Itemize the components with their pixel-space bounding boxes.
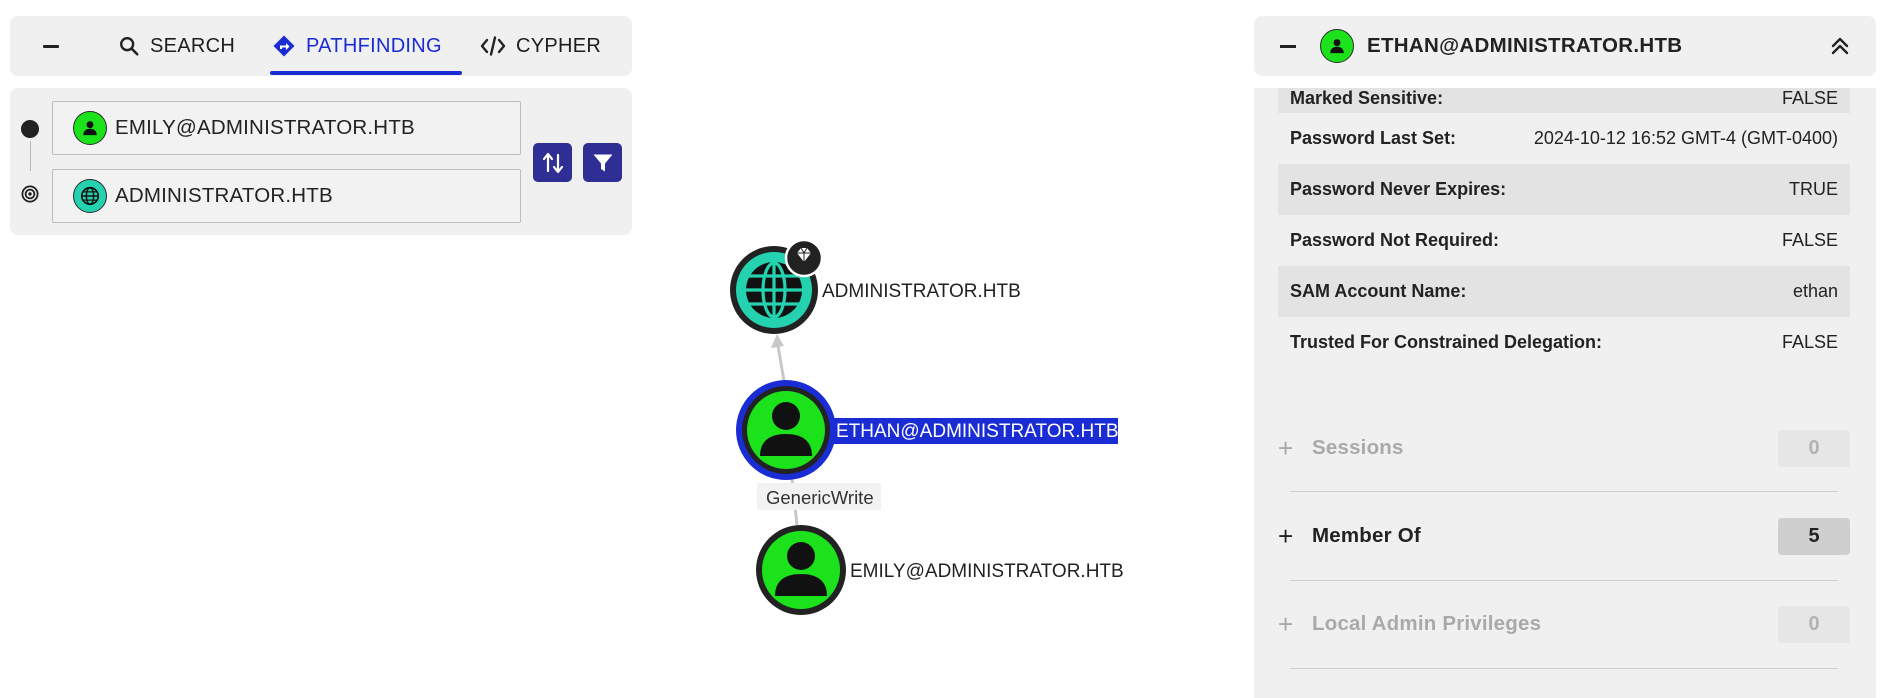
- section-member-of[interactable]: + Member Of 5: [1278, 492, 1850, 580]
- section-local-admin-privileges-count: 0: [1778, 605, 1850, 643]
- target-icon: [21, 185, 39, 203]
- section-member-of-label: Member Of: [1312, 524, 1421, 547]
- property-key: Marked Sensitive:: [1290, 88, 1444, 108]
- property-key: Password Never Expires:: [1290, 179, 1507, 199]
- graph-node-emily[interactable]: EMILY@ADMINISTRATOR.HTB: [756, 525, 1124, 615]
- plus-icon: +: [1278, 608, 1294, 639]
- property-key: SAM Account Name:: [1290, 281, 1467, 301]
- end-node-input[interactable]: ADMINISTRATOR.HTB: [52, 169, 521, 223]
- code-icon: [480, 35, 506, 57]
- properties-table: Marked Sensitive: FALSE Password Last Se…: [1278, 88, 1850, 368]
- section-sessions-count: 0: [1778, 429, 1850, 467]
- minus-icon: [1280, 45, 1296, 48]
- tab-pathfinding-label: PATHFINDING: [306, 34, 442, 57]
- property-value: FALSE: [1781, 332, 1838, 352]
- graph-node-emily-label: EMILY@ADMINISTRATOR.HTB: [850, 561, 1124, 582]
- plus-icon: +: [1278, 432, 1294, 463]
- plus-icon: +: [1278, 520, 1294, 551]
- swap-nodes-button[interactable]: [533, 143, 572, 182]
- section-local-admin-privileges-label: Local Admin Privileges: [1312, 612, 1542, 635]
- section-sessions[interactable]: + Sessions 0: [1278, 404, 1850, 492]
- start-node-value: EMILY@ADMINISTRATOR.HTB: [115, 116, 415, 139]
- property-value: FALSE: [1781, 88, 1838, 108]
- property-row: Password Not Required: FALSE: [1278, 215, 1850, 266]
- globe-icon: [73, 179, 107, 213]
- svg-text:GenericWrite: GenericWrite: [766, 487, 874, 508]
- directions-icon: [272, 34, 296, 58]
- entity-detail-header: ETHAN@ADMINISTRATOR.HTB: [1254, 16, 1876, 76]
- property-row: Password Never Expires: TRUE: [1278, 164, 1850, 215]
- swap-vertical-icon: [540, 150, 566, 176]
- pathfinding-panel: EMILY@ADMINISTRATOR.HTB ADMINISTRATOR.HT…: [10, 88, 632, 235]
- edge-label-generic-write[interactable]: GenericWrite: [757, 483, 881, 510]
- tab-search[interactable]: SEARCH: [118, 16, 235, 76]
- section-local-admin-privileges[interactable]: + Local Admin Privileges 0: [1278, 580, 1850, 668]
- property-row: Marked Sensitive: FALSE: [1278, 88, 1850, 113]
- property-value: 2024-10-12 16:52 GMT-4 (GMT-0400): [1533, 128, 1838, 148]
- search-icon: [118, 35, 140, 57]
- chevron-double-up-icon[interactable]: [1827, 33, 1853, 59]
- edge-ethan-to-domain[interactable]: [771, 334, 786, 382]
- graph-node-domain-label: ADMINISTRATOR.HTB: [822, 281, 1021, 302]
- property-key: Password Last Set:: [1290, 128, 1457, 148]
- graph-node-ethan[interactable]: ETHAN@ADMINISTRATOR.HTB: [736, 380, 1119, 480]
- search-tabs-panel: SEARCH PATHFINDING CYPHER: [10, 16, 632, 76]
- property-key: Trusted For Constrained Delegation:: [1290, 332, 1603, 352]
- start-node-input[interactable]: EMILY@ADMINISTRATOR.HTB: [52, 101, 521, 155]
- property-key: Password Not Required:: [1290, 230, 1500, 250]
- start-node-dot-icon: [21, 120, 39, 138]
- tab-cypher[interactable]: CYPHER: [480, 16, 601, 76]
- tab-cypher-label: CYPHER: [516, 34, 602, 57]
- property-value: ethan: [1792, 281, 1838, 301]
- collapse-search-panel-button[interactable]: [36, 36, 64, 56]
- tab-pathfinding[interactable]: PATHFINDING: [272, 16, 442, 76]
- property-row: SAM Account Name: ethan: [1278, 266, 1850, 317]
- user-icon: [1320, 29, 1354, 63]
- property-row: Trusted For Constrained Delegation: FALS…: [1278, 317, 1850, 368]
- collapse-detail-panel-button[interactable]: [1274, 36, 1302, 56]
- graph-node-ethan-label: ETHAN@ADMINISTRATOR.HTB: [836, 421, 1119, 442]
- section-member-of-count: 5: [1778, 517, 1850, 555]
- end-node-value: ADMINISTRATOR.HTB: [115, 184, 333, 207]
- entity-detail-body[interactable]: Marked Sensitive: FALSE Password Last Se…: [1254, 88, 1876, 698]
- property-value: FALSE: [1781, 230, 1838, 250]
- property-value: TRUE: [1789, 179, 1838, 199]
- tier-zero-gem-icon: [784, 238, 824, 278]
- filter-icon: [591, 151, 615, 175]
- entity-title: ETHAN@ADMINISTRATOR.HTB: [1367, 34, 1683, 57]
- tab-search-label: SEARCH: [150, 34, 236, 57]
- section-sessions-label: Sessions: [1312, 436, 1404, 459]
- edge-filter-button[interactable]: [583, 143, 622, 182]
- active-tab-indicator: [270, 71, 462, 75]
- graph-node-domain[interactable]: ADMINISTRATOR.HTB: [730, 238, 1021, 334]
- minus-icon: [43, 45, 59, 48]
- section-divider: [1290, 668, 1838, 669]
- property-row: Password Last Set: 2024-10-12 16:52 GMT-…: [1278, 113, 1850, 164]
- path-connector-line: [30, 141, 31, 171]
- user-icon: [73, 111, 107, 145]
